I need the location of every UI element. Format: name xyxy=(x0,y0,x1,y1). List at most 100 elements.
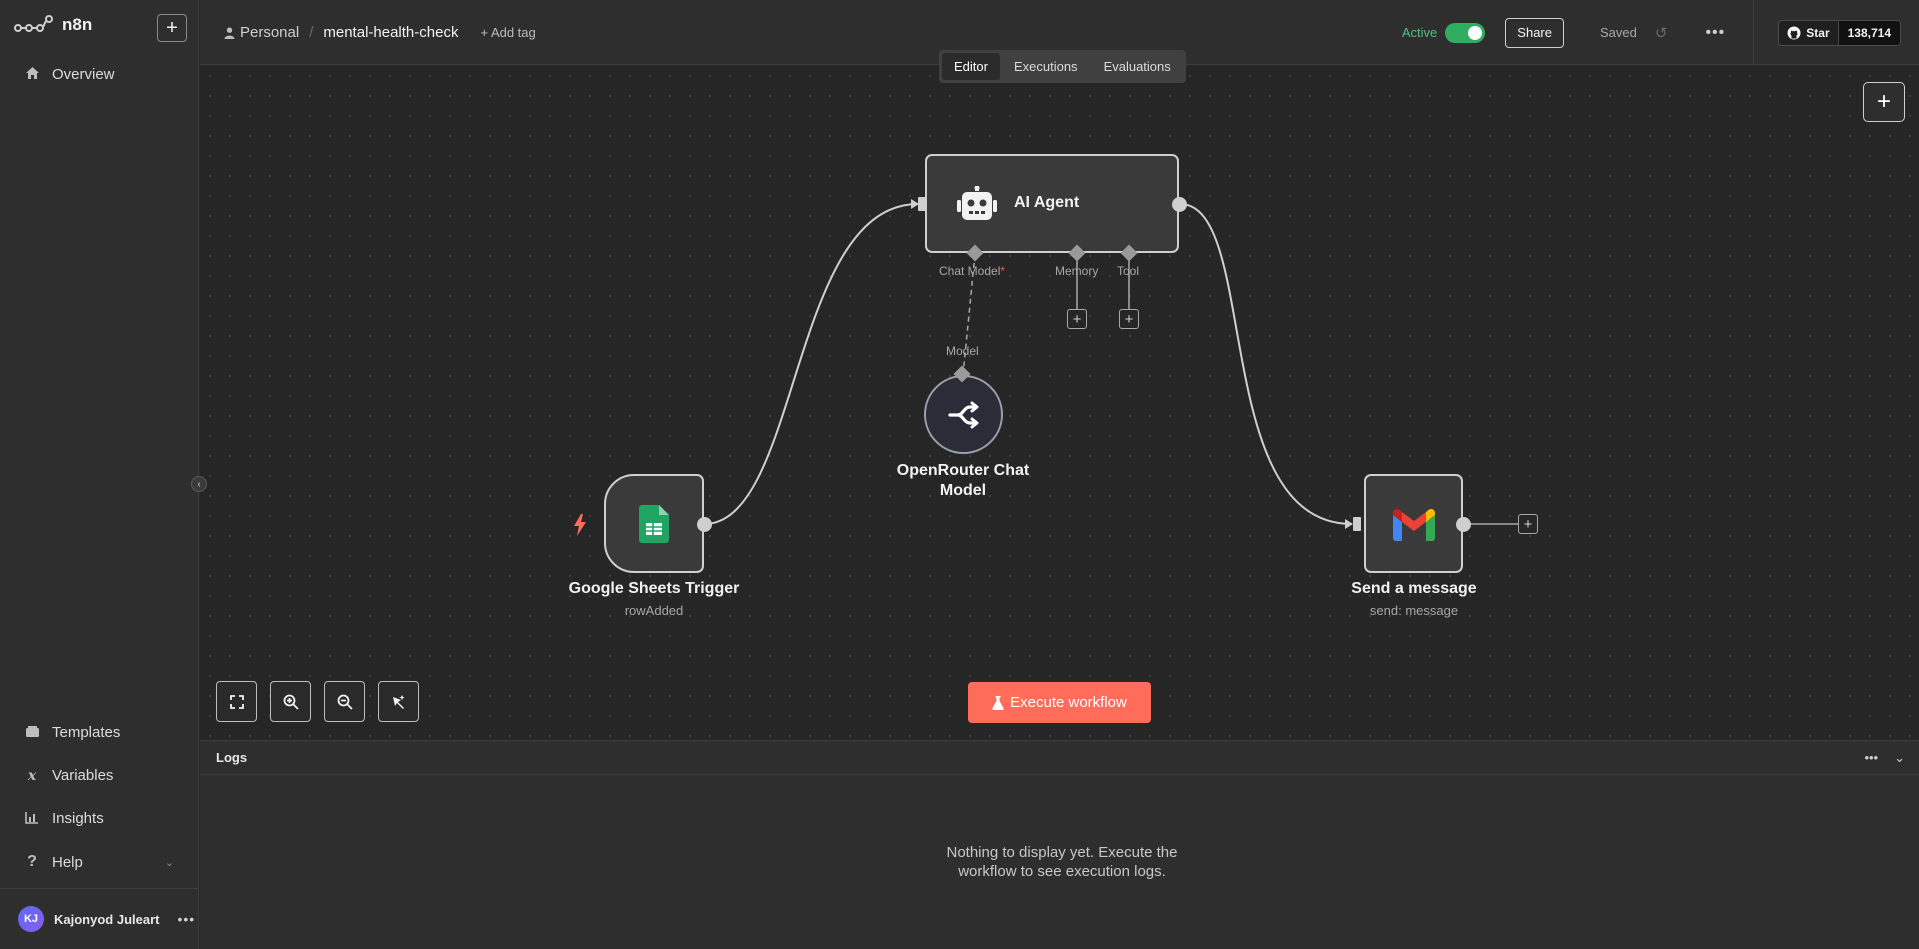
project-link[interactable]: Personal xyxy=(224,24,299,41)
collapse-sidebar-button[interactable]: ‹ xyxy=(191,476,207,492)
github-star-button[interactable]: Star 138,714 xyxy=(1778,19,1901,46)
chevron-down-icon[interactable]: ⌄ xyxy=(1894,750,1905,766)
sidebar-item-overview[interactable]: Overview xyxy=(24,66,115,83)
tab-evaluations[interactable]: Evaluations xyxy=(1092,53,1183,80)
more-options-icon[interactable]: ••• xyxy=(177,911,195,927)
logs-empty-message: Nothing to display yet. Execute the work… xyxy=(200,843,1919,881)
node-openrouter-chat-model[interactable] xyxy=(924,375,1003,454)
n8n-app: n8n + Overview Templates x Variables Ins… xyxy=(0,0,1919,949)
sidebar-item-label: Overview xyxy=(52,66,115,83)
agent-input-port[interactable] xyxy=(918,197,926,211)
trigger-output-port[interactable] xyxy=(697,517,712,532)
node-google-sheets-trigger[interactable] xyxy=(604,474,704,573)
project-name: Personal xyxy=(240,24,300,41)
tidy-up-icon xyxy=(392,694,405,709)
saved-status: Saved xyxy=(1600,25,1637,40)
app-name: n8n xyxy=(62,15,93,34)
memory-port-label: Memory xyxy=(1055,264,1099,278)
github-star: Star xyxy=(1779,20,1839,45)
node-title: Send a message xyxy=(1351,580,1477,597)
zoom-in-button[interactable] xyxy=(270,681,311,722)
home-icon xyxy=(24,66,40,83)
fit-view-button[interactable] xyxy=(216,681,257,722)
share-button[interactable]: Share xyxy=(1505,17,1564,48)
tidy-up-button[interactable] xyxy=(378,681,419,722)
user-icon xyxy=(224,27,235,39)
zoom-out-button[interactable] xyxy=(324,681,365,722)
openrouter-icon xyxy=(948,401,979,429)
zoom-out-icon xyxy=(337,694,353,710)
logs-actions: ••• ⌄ xyxy=(1864,750,1905,766)
gmail-icon xyxy=(1393,509,1435,541)
node-title: Google Sheets Trigger xyxy=(568,580,740,597)
logs-title: Logs xyxy=(216,750,248,765)
active-label: Active xyxy=(1401,25,1438,40)
node-subtitle: send: message xyxy=(1369,603,1459,618)
connection-arrowhead xyxy=(1345,519,1353,529)
view-tabs: Editor Executions Evaluations xyxy=(939,50,1186,83)
sidebar-item-label: Help xyxy=(52,853,83,871)
add-next-node-button[interactable]: + xyxy=(1518,514,1538,534)
tool-port-label: Tool xyxy=(1117,264,1140,278)
gmail-input-port[interactable] xyxy=(1353,517,1361,531)
tab-editor[interactable]: Editor xyxy=(942,53,1000,80)
node-send-a-message[interactable] xyxy=(1364,474,1463,573)
node-subtitle: rowAdded xyxy=(624,603,684,618)
github-star-count: 138,714 xyxy=(1838,20,1900,45)
agent-output-port[interactable] xyxy=(1172,197,1187,212)
variables-icon: x xyxy=(27,767,37,784)
sidebar: n8n + Overview Templates x Variables Ins… xyxy=(0,0,199,949)
add-tool-button[interactable]: + xyxy=(1119,309,1139,329)
logs-panel: Logs ••• ⌄ Nothing to display yet. Execu… xyxy=(200,740,1919,949)
execute-workflow-button[interactable]: Execute workflow xyxy=(968,682,1151,723)
required-marker: * xyxy=(1000,264,1006,278)
user-name: Kajonyod Juleart xyxy=(54,911,160,927)
logs-empty-text: Nothing to display yet. Execute the work… xyxy=(946,844,1178,880)
sidebar-item-insights[interactable]: Insights xyxy=(24,810,104,827)
breadcrumb-separator: / xyxy=(309,24,314,41)
fit-view-icon xyxy=(229,694,244,709)
execute-workflow-label: Execute workflow xyxy=(1010,694,1127,711)
github-section: Star 138,714 xyxy=(1753,0,1919,65)
connection-trigger-to-agent[interactable] xyxy=(703,203,919,525)
sidebar-item-variables[interactable]: x Variables xyxy=(24,767,114,784)
create-new-button[interactable]: + xyxy=(157,14,187,42)
add-memory-button[interactable]: + xyxy=(1067,309,1087,329)
logs-header[interactable]: Logs ••• ⌄ xyxy=(200,741,1919,775)
google-sheets-icon xyxy=(639,505,669,543)
more-options-icon[interactable]: ••• xyxy=(1705,24,1725,42)
zoom-in-icon xyxy=(283,694,299,710)
gmail-output-port[interactable] xyxy=(1456,517,1471,532)
avatar: KJ xyxy=(18,906,44,932)
workflow-canvas[interactable]: AI Agent Chat Model* Memory Tool + + Mod… xyxy=(200,66,1919,740)
chat-model-label-text: Chat Model xyxy=(939,264,1001,278)
more-options-icon[interactable]: ••• xyxy=(1864,750,1878,766)
chat-model-port-label: Chat Model* xyxy=(939,264,1005,278)
add-tag-button[interactable]: + Add tag xyxy=(480,25,535,40)
add-node-button[interactable]: + xyxy=(1863,82,1905,122)
header-actions: Active Share Saved ↺ ••• Star 138,714 xyxy=(1402,0,1919,65)
chevron-down-icon: ⌄ xyxy=(164,856,174,869)
help-icon: ? xyxy=(27,853,37,870)
active-toggle[interactable] xyxy=(1445,22,1486,43)
n8n-logo[interactable]: n8n xyxy=(14,14,92,36)
sidebar-item-label: Templates xyxy=(52,724,121,741)
trigger-bolt-icon xyxy=(572,514,588,541)
workflow-name[interactable]: mental-health-check xyxy=(323,24,458,41)
github-star-label: Star xyxy=(1806,25,1830,40)
templates-icon xyxy=(24,725,40,741)
connection-agent-to-gmail[interactable] xyxy=(1179,203,1353,525)
sidebar-item-label: Variables xyxy=(52,767,114,784)
tab-executions[interactable]: Executions xyxy=(1002,53,1090,80)
model-port-label: Model xyxy=(946,344,979,358)
sidebar-item-label: Insights xyxy=(52,810,104,827)
sidebar-item-help[interactable]: ? Help ⌄ xyxy=(24,853,174,871)
node-title: AI Agent xyxy=(1014,194,1080,211)
history-icon[interactable]: ↺ xyxy=(1655,24,1668,42)
node-ai-agent[interactable]: AI Agent xyxy=(925,154,1179,253)
n8n-logo-icon xyxy=(14,15,53,32)
insights-icon xyxy=(24,811,40,827)
sidebar-item-templates[interactable]: Templates xyxy=(24,724,120,741)
flask-icon xyxy=(992,695,1004,710)
user-menu[interactable]: KJ Kajonyod Juleart ••• xyxy=(0,888,199,949)
